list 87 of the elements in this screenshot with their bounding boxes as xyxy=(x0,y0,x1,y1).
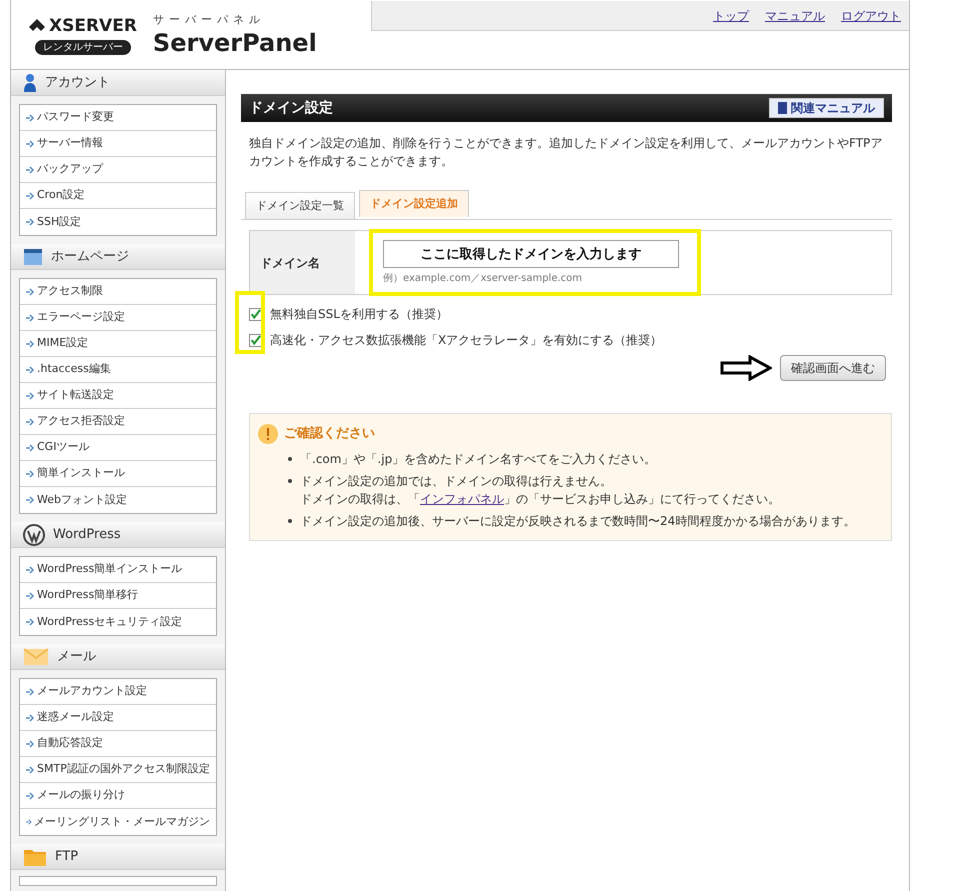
bullet-icon xyxy=(288,457,292,461)
arrow-icon xyxy=(26,740,36,748)
notice-text: ドメイン設定の追加後、サーバーに設定が反映されるまで数時間〜24時間程度かかる場合があります。 xyxy=(300,513,856,530)
domain-input-field[interactable]: ここに取得したドメインを入力します xyxy=(383,240,679,268)
section-title: ホームページ xyxy=(51,248,129,266)
section-title: WordPress xyxy=(53,526,121,544)
sidebar-item[interactable]: メールの振り分け xyxy=(20,783,216,809)
checkbox-label: 高速化・アクセス数拡張機能「Xアクセラレータ」を有効にする（推奨） xyxy=(270,332,662,349)
checkbox[interactable] xyxy=(249,334,262,346)
sidebar-item[interactable]: サイト転送設定 xyxy=(20,383,216,409)
field-label-cell: ドメイン名 xyxy=(250,231,355,294)
manual-button[interactable]: 関連マニュアル xyxy=(769,98,884,118)
arrow-icon xyxy=(26,314,36,322)
notice-text: 「.com」や「.jp」を含めたドメイン名すべてをご入力ください。 xyxy=(300,451,656,468)
bullet-icon xyxy=(288,479,292,483)
description: 独自ドメイン設定の追加、削除を行うことができます。追加したドメイン設定を利用して、メールアカウントやFTPアカウントを作成することができます。 xyxy=(248,135,884,170)
input-hint: 例）example.com／xserver-sample.com xyxy=(383,272,584,286)
arrow-icon xyxy=(26,392,36,400)
book-icon xyxy=(778,102,787,114)
sidebar-item[interactable]: SMTP認証の国外アクセス制限設定 xyxy=(20,757,216,783)
panel-title: ServerPanel xyxy=(152,28,317,57)
notice-text: ドメインの取得は、「インフォパネル」の「サービスお申し込み」にて行ってください。 xyxy=(300,491,780,508)
window-icon xyxy=(23,248,43,266)
arrow-icon xyxy=(26,140,36,148)
section-title: FTP xyxy=(55,848,78,866)
arrow-icon xyxy=(26,766,36,774)
highlight-frame xyxy=(235,291,265,354)
arrow-icon xyxy=(26,566,36,574)
sidebar-item[interactable]: パスワード変更 xyxy=(20,105,216,131)
bullet-icon xyxy=(288,519,292,523)
notice-title: ご確認ください xyxy=(284,425,375,444)
sidebar-item[interactable]: SSH設定 xyxy=(20,209,216,235)
sidebar-item[interactable]: .htaccess編集 xyxy=(20,357,216,383)
page-title: ドメイン設定 xyxy=(249,98,333,118)
sidebar-item[interactable]: メールアカウント設定 xyxy=(20,679,216,705)
arrow-icon xyxy=(26,714,36,722)
panel-subtitle: サーバーパネル xyxy=(152,12,266,28)
sidebar-item[interactable]: 自動応答設定 xyxy=(20,731,216,757)
arrow-icon xyxy=(26,818,33,826)
sidebar-item[interactable]: エラーページ設定 xyxy=(20,305,216,331)
checkbox-label: 無料独自SSLを利用する（推奨） xyxy=(270,306,448,323)
arrow-icon xyxy=(26,444,36,452)
arrow-icon xyxy=(26,288,36,296)
logo-text: XSERVER xyxy=(49,15,137,38)
envelope-icon xyxy=(23,648,49,666)
arrow-icon xyxy=(26,496,36,504)
sidebar-item[interactable]: Webフォント設定 xyxy=(20,487,216,513)
sidebar-item[interactable]: CGIツール xyxy=(20,435,216,461)
wordpress-icon xyxy=(23,524,45,546)
confirm-button[interactable]: 確認画面へ進む xyxy=(780,355,886,381)
arrow-icon xyxy=(26,688,36,696)
logo-badge: レンタルサーバー xyxy=(34,40,131,55)
arrow-icon xyxy=(26,166,36,174)
header-link[interactable]: ログアウト xyxy=(841,6,901,24)
section-title: メール xyxy=(57,648,96,666)
sidebar-item[interactable]: アクセス制限 xyxy=(20,279,216,305)
sidebar-item[interactable]: Cron設定 xyxy=(20,183,216,209)
sidebar-item[interactable]: WordPress簡単移行 xyxy=(20,583,216,609)
sidebar-item[interactable]: WordPressセキュリティ設定 xyxy=(20,609,216,635)
infopanel-link[interactable]: インフォパネル xyxy=(420,492,504,506)
arrow-icon xyxy=(26,470,36,478)
sidebar-item[interactable]: サーバー情報 xyxy=(20,131,216,157)
header-link[interactable]: トップ xyxy=(713,6,749,24)
header-link[interactable]: マニュアル xyxy=(765,6,825,24)
exclamation-icon xyxy=(258,424,278,444)
arrow-icon xyxy=(26,218,36,226)
arrow-icon xyxy=(26,418,36,426)
sidebar-item[interactable]: WordPress簡単インストール xyxy=(20,557,216,583)
arrow-icon xyxy=(26,114,36,122)
notice-text: ドメイン設定の追加では、ドメインの取得は行えません。 xyxy=(300,473,613,490)
sidebar-item[interactable]: アクセス拒否設定 xyxy=(20,409,216,435)
arrow-icon xyxy=(26,340,36,348)
person-icon xyxy=(23,72,37,92)
tab[interactable]: ドメイン設定一覧 xyxy=(245,192,355,219)
sidebar-item[interactable]: 簡単インストール xyxy=(20,461,216,487)
sidebar-item[interactable]: メーリングリスト・メールマガジン xyxy=(20,809,216,835)
sidebar-item[interactable]: バックアップ xyxy=(20,157,216,183)
sidebar-item[interactable]: MIME設定 xyxy=(20,331,216,357)
checkbox[interactable] xyxy=(249,308,262,320)
sidebar-item[interactable]: 迷惑メール設定 xyxy=(20,705,216,731)
arrow-icon xyxy=(720,355,772,381)
arrow-icon xyxy=(26,792,36,800)
arrow-icon xyxy=(26,592,36,600)
section-title: アカウント xyxy=(45,74,110,92)
arrow-icon xyxy=(26,366,36,374)
arrow-icon xyxy=(26,192,36,200)
arrow-icon xyxy=(26,618,36,626)
